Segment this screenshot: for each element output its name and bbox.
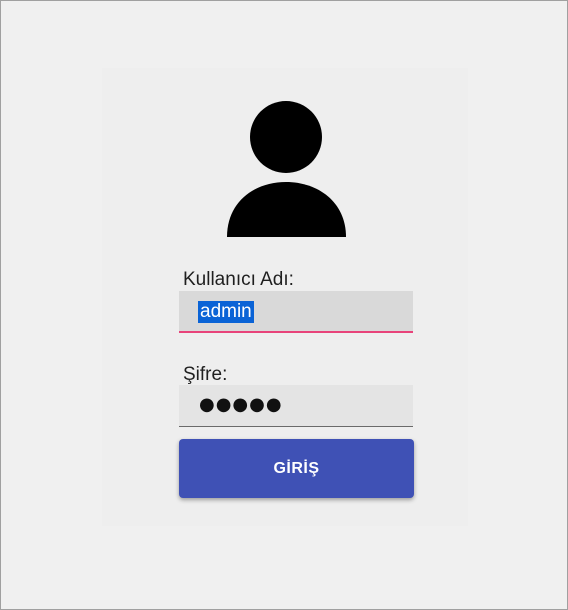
password-label: Şifre: <box>183 364 228 385</box>
password-field[interactable]: ●●●●● <box>179 385 413 427</box>
user-icon <box>226 100 348 238</box>
password-value[interactable]: ●●●●● <box>199 394 283 415</box>
username-field[interactable]: admin <box>179 291 413 333</box>
login-button[interactable]: GİRİŞ <box>179 439 414 498</box>
username-value[interactable]: admin <box>198 301 254 323</box>
username-label: Kullanıcı Adı: <box>183 269 294 290</box>
